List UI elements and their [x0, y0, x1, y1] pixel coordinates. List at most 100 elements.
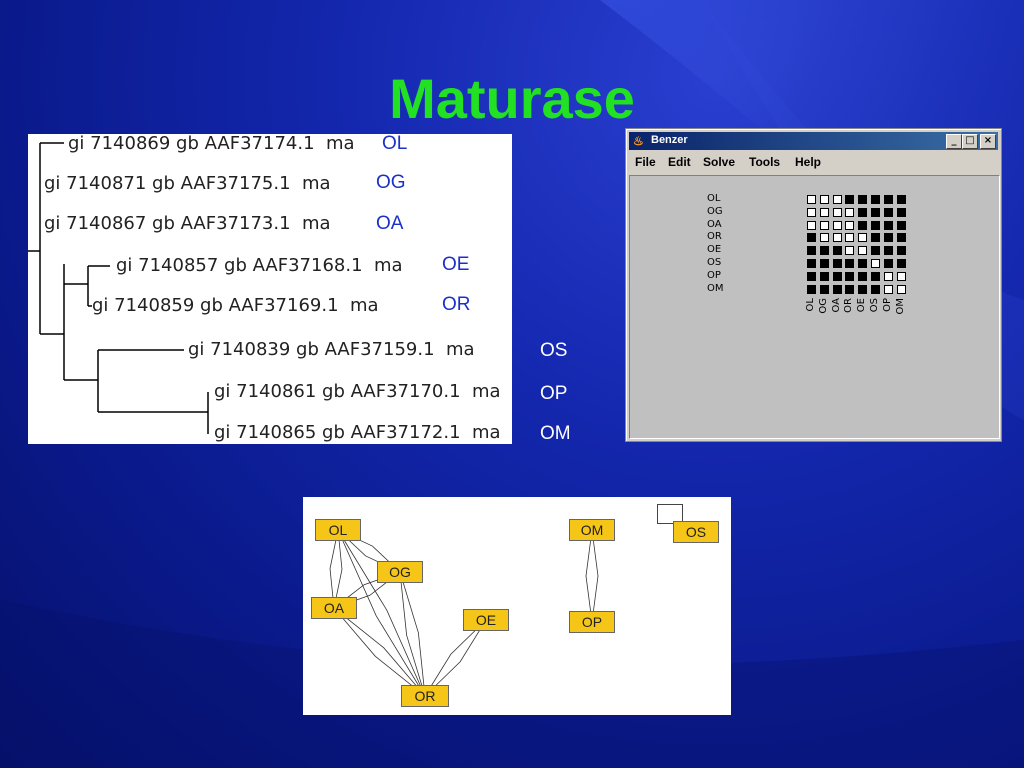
matrix-cell[interactable]: [883, 284, 893, 294]
clade-label-or: OR: [442, 294, 471, 315]
minimize-button[interactable]: _: [946, 134, 962, 149]
matrix-col-label: OE: [856, 298, 868, 313]
matrix-cell[interactable]: [858, 220, 868, 230]
graph-node-oa[interactable]: OA: [311, 597, 357, 619]
matrix-col-label: OG: [817, 298, 829, 314]
matrix-cell[interactable]: [832, 284, 842, 294]
matrix-cell[interactable]: [832, 271, 842, 281]
matrix-cell[interactable]: [896, 195, 906, 204]
matrix-cell[interactable]: [858, 271, 868, 281]
clade-label-om: OM: [540, 423, 571, 444]
matrix-cell[interactable]: [871, 259, 880, 268]
matrix-cell[interactable]: [832, 207, 842, 217]
matrix-cell[interactable]: [883, 246, 893, 256]
matrix-cell[interactable]: [883, 220, 893, 230]
overlap-graph-panel: OL OG OA OE OR OM OP OS: [303, 497, 731, 715]
matrix-cell[interactable]: [858, 246, 868, 256]
matrix-cell[interactable]: [819, 284, 829, 294]
matrix-cell[interactable]: [858, 233, 868, 243]
matrix-cell[interactable]: [807, 207, 816, 217]
graph-node-op[interactable]: OP: [569, 611, 615, 633]
matrix-row-label: OL: [707, 193, 721, 204]
matrix-cell[interactable]: [845, 233, 855, 243]
matrix-cell[interactable]: [883, 259, 893, 268]
matrix-cell[interactable]: [858, 259, 868, 268]
slide-title: Maturase: [389, 67, 635, 130]
matrix-cell[interactable]: [871, 220, 880, 230]
matrix-cell[interactable]: [819, 271, 829, 281]
matrix-cell[interactable]: [896, 259, 906, 268]
matrix-cell[interactable]: [883, 207, 893, 217]
matrix-cell[interactable]: [845, 220, 855, 230]
matrix-cell[interactable]: [832, 246, 842, 256]
clade-label-ol: OL: [382, 133, 408, 154]
matrix-cell[interactable]: [896, 284, 906, 294]
matrix-cell[interactable]: [896, 271, 906, 281]
graph-node-og[interactable]: OG: [377, 561, 423, 583]
matrix-row-label: OS: [707, 257, 722, 268]
matrix-cell[interactable]: [807, 246, 816, 256]
matrix-cell[interactable]: [832, 195, 842, 204]
matrix-cell[interactable]: [845, 259, 855, 268]
matrix-col-label: OS: [869, 298, 880, 313]
matrix-cell[interactable]: [832, 233, 842, 243]
matrix-cell[interactable]: [896, 233, 906, 243]
matrix-cell[interactable]: [845, 271, 855, 281]
matrix-cell[interactable]: [858, 284, 868, 294]
matrix-cell[interactable]: [845, 207, 855, 217]
matrix-cell[interactable]: [871, 246, 880, 256]
tree-leaf-label: gi 7140859 gb AAF37169.1 ma: [92, 295, 379, 316]
menu-edit[interactable]: Edit: [668, 155, 691, 169]
graph-edge: [399, 571, 426, 697]
matrix-cell[interactable]: [819, 246, 829, 256]
menu-help[interactable]: Help: [795, 155, 821, 169]
matrix-cell[interactable]: [845, 284, 855, 294]
matrix-cell[interactable]: [883, 271, 893, 281]
matrix-cell[interactable]: [871, 195, 880, 204]
matrix-cell[interactable]: [807, 233, 816, 243]
matrix-cell[interactable]: [807, 284, 816, 294]
matrix-cell[interactable]: [819, 233, 829, 243]
menu-file[interactable]: File: [635, 155, 656, 169]
matrix-cell[interactable]: [871, 284, 880, 294]
tree-leaf-label: gi 7140839 gb AAF37159.1 ma: [188, 339, 475, 360]
matrix-cell[interactable]: [845, 195, 855, 204]
menu-tools[interactable]: Tools: [749, 155, 780, 169]
matrix-cell[interactable]: [896, 207, 906, 217]
maximize-button[interactable]: □: [962, 134, 978, 149]
graph-node-os[interactable]: OS: [673, 521, 719, 543]
window-title: Benzer: [651, 134, 688, 146]
matrix-col-label: OL: [805, 298, 816, 312]
title-bar[interactable]: ♨ Benzer _ □ ×: [629, 132, 998, 150]
matrix-cell[interactable]: [858, 207, 868, 217]
graph-node-om[interactable]: OM: [569, 519, 615, 541]
close-button[interactable]: ×: [980, 134, 996, 149]
matrix-cell[interactable]: [819, 259, 829, 268]
matrix-cell[interactable]: [871, 271, 880, 281]
graph-node-oe[interactable]: OE: [463, 609, 509, 631]
matrix-cell[interactable]: [819, 207, 829, 217]
matrix-cell[interactable]: [896, 246, 906, 256]
matrix-cell[interactable]: [883, 195, 893, 204]
graph-node-or[interactable]: OR: [401, 685, 449, 707]
matrix-cell[interactable]: [807, 271, 816, 281]
matrix-cell[interactable]: [832, 220, 842, 230]
graph-node-ol[interactable]: OL: [315, 519, 361, 541]
clade-label-os: OS: [540, 340, 568, 361]
matrix-row-label: OA: [707, 218, 722, 230]
graph-edge: [585, 529, 599, 623]
matrix-cell[interactable]: [807, 259, 816, 268]
matrix-cell[interactable]: [896, 220, 906, 230]
matrix-cell[interactable]: [807, 220, 816, 230]
matrix-cell[interactable]: [871, 233, 880, 243]
matrix-cell[interactable]: [845, 246, 855, 256]
menu-solve[interactable]: Solve: [703, 155, 735, 169]
matrix-cell[interactable]: [871, 207, 880, 217]
matrix-cell[interactable]: [883, 233, 893, 243]
matrix-cell[interactable]: [832, 259, 842, 268]
matrix-cell[interactable]: [819, 195, 829, 204]
matrix-row-label: OE: [707, 244, 722, 256]
matrix-cell[interactable]: [819, 220, 829, 230]
matrix-cell[interactable]: [858, 195, 868, 204]
matrix-cell[interactable]: [807, 195, 816, 204]
